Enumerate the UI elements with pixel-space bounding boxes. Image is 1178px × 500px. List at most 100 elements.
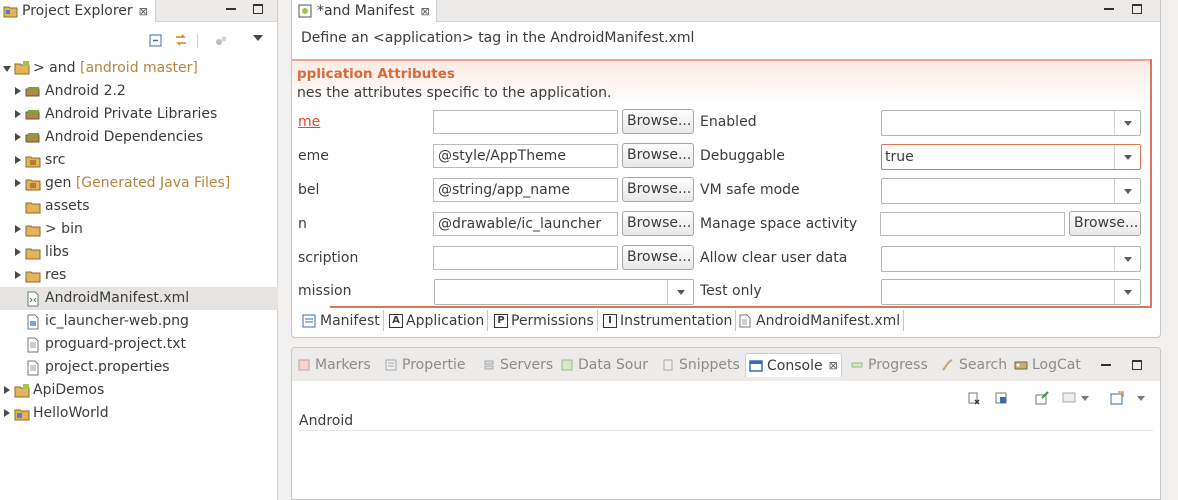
tree-item-project-apidemos[interactable]: ApiDemos bbox=[0, 379, 278, 402]
description-input[interactable] bbox=[433, 246, 618, 270]
pin-console-icon[interactable] bbox=[1035, 391, 1049, 405]
minimize-icon[interactable] bbox=[1101, 360, 1111, 366]
expand-toggle-icon[interactable] bbox=[15, 133, 21, 141]
permission-combo[interactable] bbox=[434, 279, 694, 305]
dropdown-button[interactable] bbox=[1114, 111, 1140, 135]
tree-item-proguard-project-txt[interactable]: proguard-project.txt bbox=[0, 333, 278, 356]
collapse-all-icon[interactable] bbox=[149, 34, 163, 48]
close-icon[interactable]: ⊠ bbox=[829, 359, 838, 372]
test-only-label: Test only bbox=[700, 283, 762, 299]
expand-toggle-icon[interactable] bbox=[15, 156, 21, 164]
tree-item-res[interactable]: res bbox=[0, 264, 278, 287]
manifest-editor: *and Manifest ⊠ Define an <application> … bbox=[291, 0, 1161, 338]
tab-logcat[interactable]: LogCat bbox=[1014, 353, 1081, 377]
expand-toggle-icon[interactable] bbox=[4, 409, 10, 417]
expand-toggle-icon[interactable] bbox=[15, 271, 21, 279]
tree-item-src[interactable]: src bbox=[0, 149, 278, 172]
close-icon[interactable]: ⊠ bbox=[421, 5, 430, 18]
theme-label: eme bbox=[298, 148, 329, 164]
project-explorer-tab[interactable]: Project Explorer ⊠ bbox=[0, 0, 156, 22]
tab-search[interactable]: Search bbox=[941, 353, 1007, 377]
tab-servers[interactable]: Servers bbox=[482, 353, 553, 377]
expand-toggle-icon[interactable] bbox=[15, 225, 21, 233]
dropdown-button[interactable] bbox=[667, 280, 693, 304]
explorer-toolbar bbox=[137, 30, 277, 50]
expand-toggle-icon[interactable] bbox=[4, 386, 10, 394]
browse-button[interactable]: Browse... bbox=[622, 143, 694, 168]
remove-all-terminated-icon[interactable] bbox=[994, 391, 1008, 405]
expand-toggle-icon[interactable] bbox=[15, 87, 21, 95]
open-console-icon[interactable] bbox=[1110, 391, 1124, 405]
tab-instrumentation[interactable]: I Instrumentation bbox=[603, 310, 737, 331]
dropdown-button[interactable] bbox=[1114, 280, 1140, 304]
permission-label: mission bbox=[298, 283, 352, 299]
tree-item-project-and[interactable]: > and [android master] bbox=[0, 57, 278, 80]
browse-button[interactable]: Browse... bbox=[622, 109, 694, 134]
test-only-combo[interactable] bbox=[881, 279, 1141, 305]
tab-label: Snippets bbox=[679, 357, 740, 373]
chevron-down-icon[interactable] bbox=[1137, 396, 1145, 401]
terminate-icon[interactable] bbox=[967, 391, 981, 405]
enabled-combo[interactable] bbox=[881, 110, 1141, 136]
editor-tab-bar: *and Manifest ⊠ bbox=[292, 0, 1160, 22]
tree-item-libs[interactable]: libs bbox=[0, 241, 278, 264]
tree-item-bin[interactable]: > bin bbox=[0, 218, 278, 241]
browse-button[interactable]: Browse... bbox=[622, 177, 694, 202]
dropdown-button[interactable] bbox=[1114, 247, 1140, 271]
name-input[interactable] bbox=[433, 110, 618, 134]
expand-toggle-icon[interactable] bbox=[15, 179, 21, 187]
minimize-icon[interactable] bbox=[1104, 4, 1114, 10]
view-menu-icon[interactable] bbox=[253, 35, 263, 41]
tab-progress[interactable]: Progress bbox=[850, 353, 928, 377]
chevron-down-icon[interactable] bbox=[1081, 396, 1089, 401]
tab-snippets[interactable]: Snippets bbox=[661, 353, 740, 377]
tree-item-assets[interactable]: assets bbox=[0, 195, 278, 218]
tab-data-source[interactable]: Data Sour bbox=[560, 353, 648, 377]
tab-label: Servers bbox=[500, 357, 554, 373]
instrumentation-icon: I bbox=[603, 313, 617, 328]
manifest-editor-tab[interactable]: *and Manifest ⊠ bbox=[292, 0, 437, 22]
expand-toggle-icon[interactable] bbox=[15, 248, 21, 256]
manage-space-activity-input[interactable] bbox=[880, 212, 1065, 236]
focus-task-icon[interactable] bbox=[214, 34, 228, 48]
debuggable-combo[interactable]: true bbox=[881, 144, 1141, 170]
tree-item-ic-launcher-web-png[interactable]: ic_launcher-web.png bbox=[0, 310, 278, 333]
browse-button[interactable]: Browse... bbox=[1069, 211, 1141, 236]
maximize-icon[interactable] bbox=[1132, 4, 1142, 14]
tab-manifest[interactable]: Manifest bbox=[302, 310, 384, 331]
android-project-icon bbox=[14, 384, 30, 398]
tab-properties[interactable]: Propertie bbox=[384, 353, 465, 377]
browse-button[interactable]: Browse... bbox=[622, 211, 694, 236]
name-attribute-link[interactable]: me bbox=[298, 114, 320, 130]
display-selected-console-icon[interactable] bbox=[1062, 391, 1076, 405]
maximize-icon[interactable] bbox=[1132, 360, 1142, 370]
icon-input[interactable]: @drawable/ic_launcher bbox=[433, 212, 618, 236]
tree-item-label: > bin bbox=[45, 221, 83, 237]
tab-androidmanifest-xml[interactable]: AndroidManifest.xml bbox=[738, 310, 905, 331]
expand-toggle-icon[interactable] bbox=[3, 66, 11, 72]
tree-item-androidmanifest-xml[interactable]: AndroidManifest.xml bbox=[0, 287, 278, 310]
minimize-icon[interactable] bbox=[226, 4, 236, 10]
theme-input[interactable]: @style/AppTheme bbox=[433, 144, 618, 168]
label-input[interactable]: @string/app_name bbox=[433, 178, 618, 202]
maximize-icon[interactable] bbox=[253, 4, 263, 14]
dropdown-button[interactable] bbox=[1114, 145, 1140, 169]
tree-item-gen[interactable]: gen [Generated Java Files] bbox=[0, 172, 278, 195]
tree-item-project-helloworld[interactable]: HelloWorld bbox=[0, 402, 278, 425]
expand-toggle-icon[interactable] bbox=[15, 110, 21, 118]
tab-console[interactable]: Console ⊠ bbox=[745, 353, 842, 377]
dropdown-button[interactable] bbox=[1114, 179, 1140, 203]
tab-permissions[interactable]: P Permissions bbox=[494, 310, 598, 331]
allow-clear-user-data-combo[interactable] bbox=[881, 246, 1141, 272]
tree-item-android-private-libraries[interactable]: Android Private Libraries bbox=[0, 103, 278, 126]
tree-item-android-2-2[interactable]: Android 2.2 bbox=[0, 80, 278, 103]
vm-safe-mode-combo[interactable] bbox=[881, 178, 1141, 204]
browse-button[interactable]: Browse... bbox=[622, 245, 694, 270]
tab-markers[interactable]: Markers bbox=[297, 353, 371, 377]
tree-item-android-dependencies[interactable]: Android Dependencies bbox=[0, 126, 278, 149]
console-tab-bar: Markers Propertie Servers Data Sour Snip… bbox=[292, 348, 1160, 381]
tab-application[interactable]: A Application bbox=[389, 310, 489, 331]
tree-item-project-properties[interactable]: project.properties bbox=[0, 356, 278, 379]
link-with-editor-icon[interactable] bbox=[174, 33, 188, 47]
close-icon[interactable]: ⊠ bbox=[139, 5, 148, 18]
